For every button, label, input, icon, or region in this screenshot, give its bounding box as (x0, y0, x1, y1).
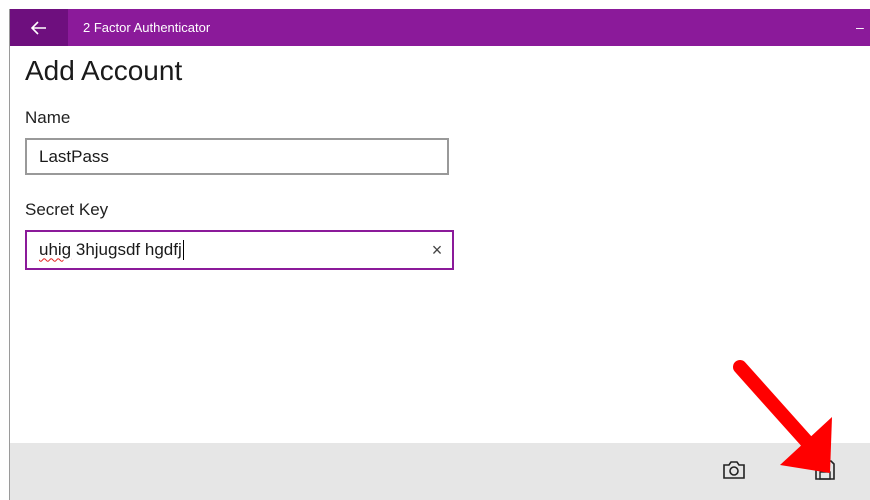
text-caret (182, 240, 184, 261)
save-button[interactable] (810, 455, 840, 485)
secret-key-field-value: uhig 3hjugsdf hgdfj (27, 240, 422, 261)
back-button[interactable] (10, 9, 68, 46)
secret-key-field[interactable]: uhig 3hjugsdf hgdfj × (25, 230, 454, 270)
secret-key-label: Secret Key (25, 200, 109, 219)
save-icon (815, 460, 835, 480)
app-title: 2 Factor Authenticator (83, 20, 211, 35)
spellcheck-word: uhig (39, 239, 72, 259)
name-field-value: LastPass (39, 146, 109, 166)
back-arrow-icon (31, 20, 46, 35)
camera-button[interactable] (721, 455, 747, 485)
secret-key-rest: 3hjugsdf hgdfj (71, 239, 182, 259)
page-title: Add Account (25, 55, 183, 86)
title-bar: 2 Factor Authenticator – (10, 9, 870, 46)
name-field[interactable]: LastPass (25, 138, 449, 175)
name-label: Name (25, 108, 71, 127)
window-left-border (9, 9, 10, 500)
minimize-button[interactable]: – (856, 9, 870, 46)
clear-input-button[interactable]: × (422, 240, 452, 261)
camera-icon (723, 461, 745, 479)
